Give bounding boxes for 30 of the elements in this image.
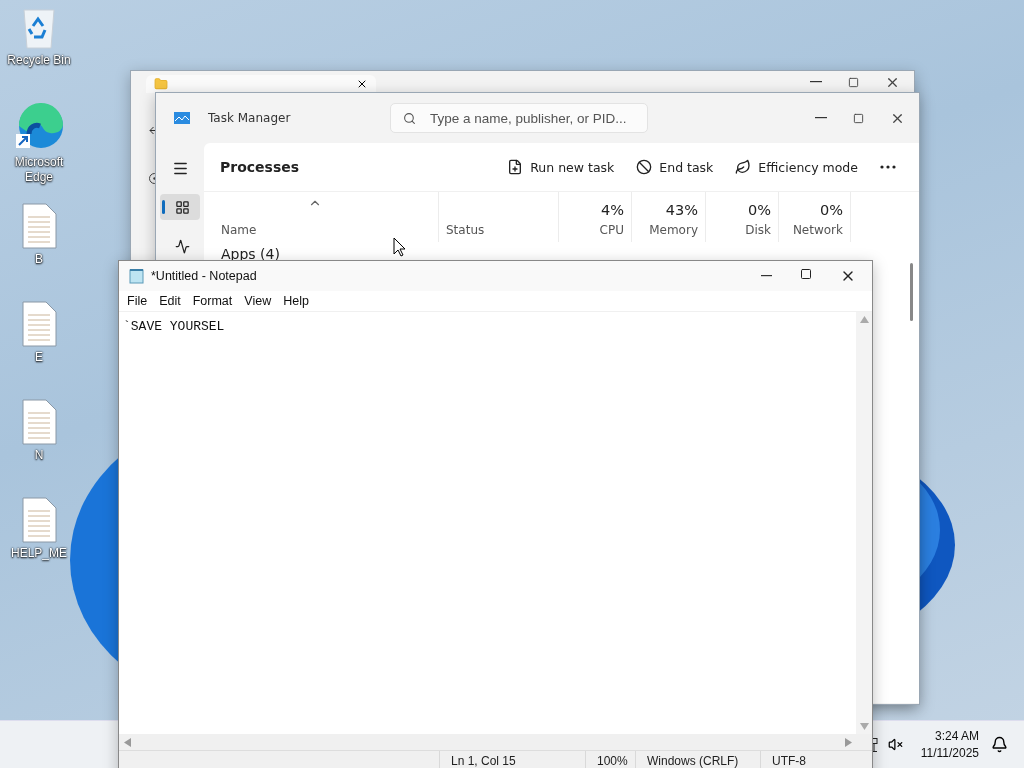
group-heading: Apps (4) (221, 246, 280, 262)
command-button[interactable]: End task (625, 152, 725, 182)
search-field[interactable]: Type a name, publisher, or PID... (390, 103, 648, 133)
menu-item[interactable]: File (121, 294, 154, 308)
column-reading: 4% (601, 202, 624, 218)
window-title: Task Manager (208, 111, 292, 125)
menu-item[interactable]: Edit (153, 294, 187, 308)
page-title: Processes (220, 159, 301, 175)
status-text: Ln 1, Col 15 (439, 751, 585, 768)
menu-item[interactable]: View (238, 294, 278, 308)
column-reading: 0% (748, 202, 771, 218)
column-header[interactable]: Network (792, 223, 843, 237)
clock-date: 11/11/2025 (920, 744, 979, 762)
window-title: *Untitled - Notepad (151, 269, 258, 283)
column-header[interactable]: CPU (599, 223, 624, 237)
status-text: Windows (CRLF) (635, 751, 760, 768)
column-reading: 43% (665, 202, 698, 218)
menu-item[interactable]: Help (277, 294, 315, 308)
command-button[interactable]: Efficiency mode (724, 152, 869, 182)
column-header[interactable]: Memory (649, 223, 698, 237)
command-button[interactable]: Run new task (496, 152, 626, 182)
column-header[interactable]: Disk (745, 223, 771, 237)
status-text: UTF-8 (760, 751, 870, 768)
status-text: 100% (585, 751, 635, 768)
menu-item[interactable]: Format (186, 294, 239, 308)
column-reading: 0% (820, 202, 843, 218)
column-header[interactable]: Status (446, 223, 485, 237)
column-header[interactable]: Name (221, 223, 257, 237)
document-text[interactable]: `SAVE YOURSEL (123, 319, 225, 334)
clock-time: 3:24 AM (934, 727, 979, 745)
